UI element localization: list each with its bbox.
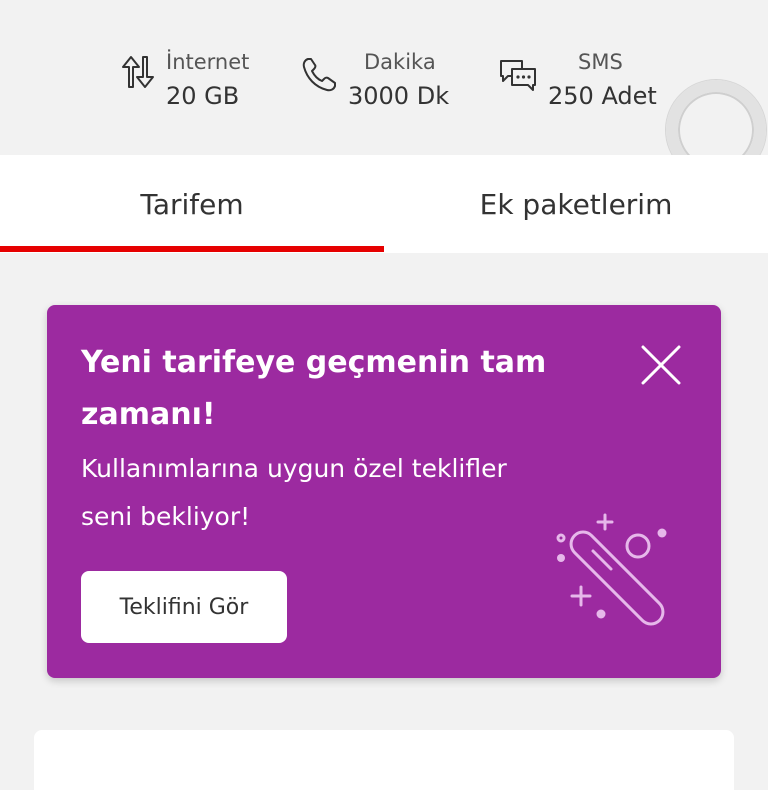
promo-description: Kullanımlarına uygun özel teklifler seni… xyxy=(81,454,507,531)
sms-value: 250 Adet xyxy=(548,82,657,110)
usage-internet[interactable]: İnternet 20 GB xyxy=(118,50,258,114)
tab-bar: Tarifem Ek paketlerim xyxy=(0,155,768,253)
promo-title: Yeni tarifeye geçmenin tam zamanı! xyxy=(81,345,547,432)
promo-card: Yeni tarifeye geçmenin tam zamanı! Kulla… xyxy=(47,305,721,678)
chat-bubbles-icon xyxy=(500,60,536,91)
phone-icon xyxy=(302,58,336,92)
internet-label: İnternet xyxy=(166,50,250,74)
see-offer-button[interactable]: Teklifini Gör xyxy=(81,571,287,643)
minutes-value: 3000 Dk xyxy=(348,82,450,110)
close-icon[interactable] xyxy=(637,341,685,389)
active-tab-indicator xyxy=(0,246,384,252)
next-card xyxy=(34,730,734,790)
sms-label: SMS xyxy=(578,50,623,74)
internet-value: 20 GB xyxy=(166,82,240,110)
data-transfer-icon xyxy=(122,56,154,88)
tab-ek-paketlerim[interactable]: Ek paketlerim xyxy=(384,155,768,253)
usage-sms[interactable]: SMS 250 Adet xyxy=(498,50,658,114)
tab-tarifem[interactable]: Tarifem xyxy=(0,155,384,253)
usage-summary: İnternet 20 GB Dakika 3000 Dk SMS 250 Ad… xyxy=(0,0,768,155)
usage-minutes[interactable]: Dakika 3000 Dk xyxy=(300,50,460,114)
magic-wand-icon xyxy=(556,513,667,626)
minutes-label: Dakika xyxy=(364,50,436,74)
